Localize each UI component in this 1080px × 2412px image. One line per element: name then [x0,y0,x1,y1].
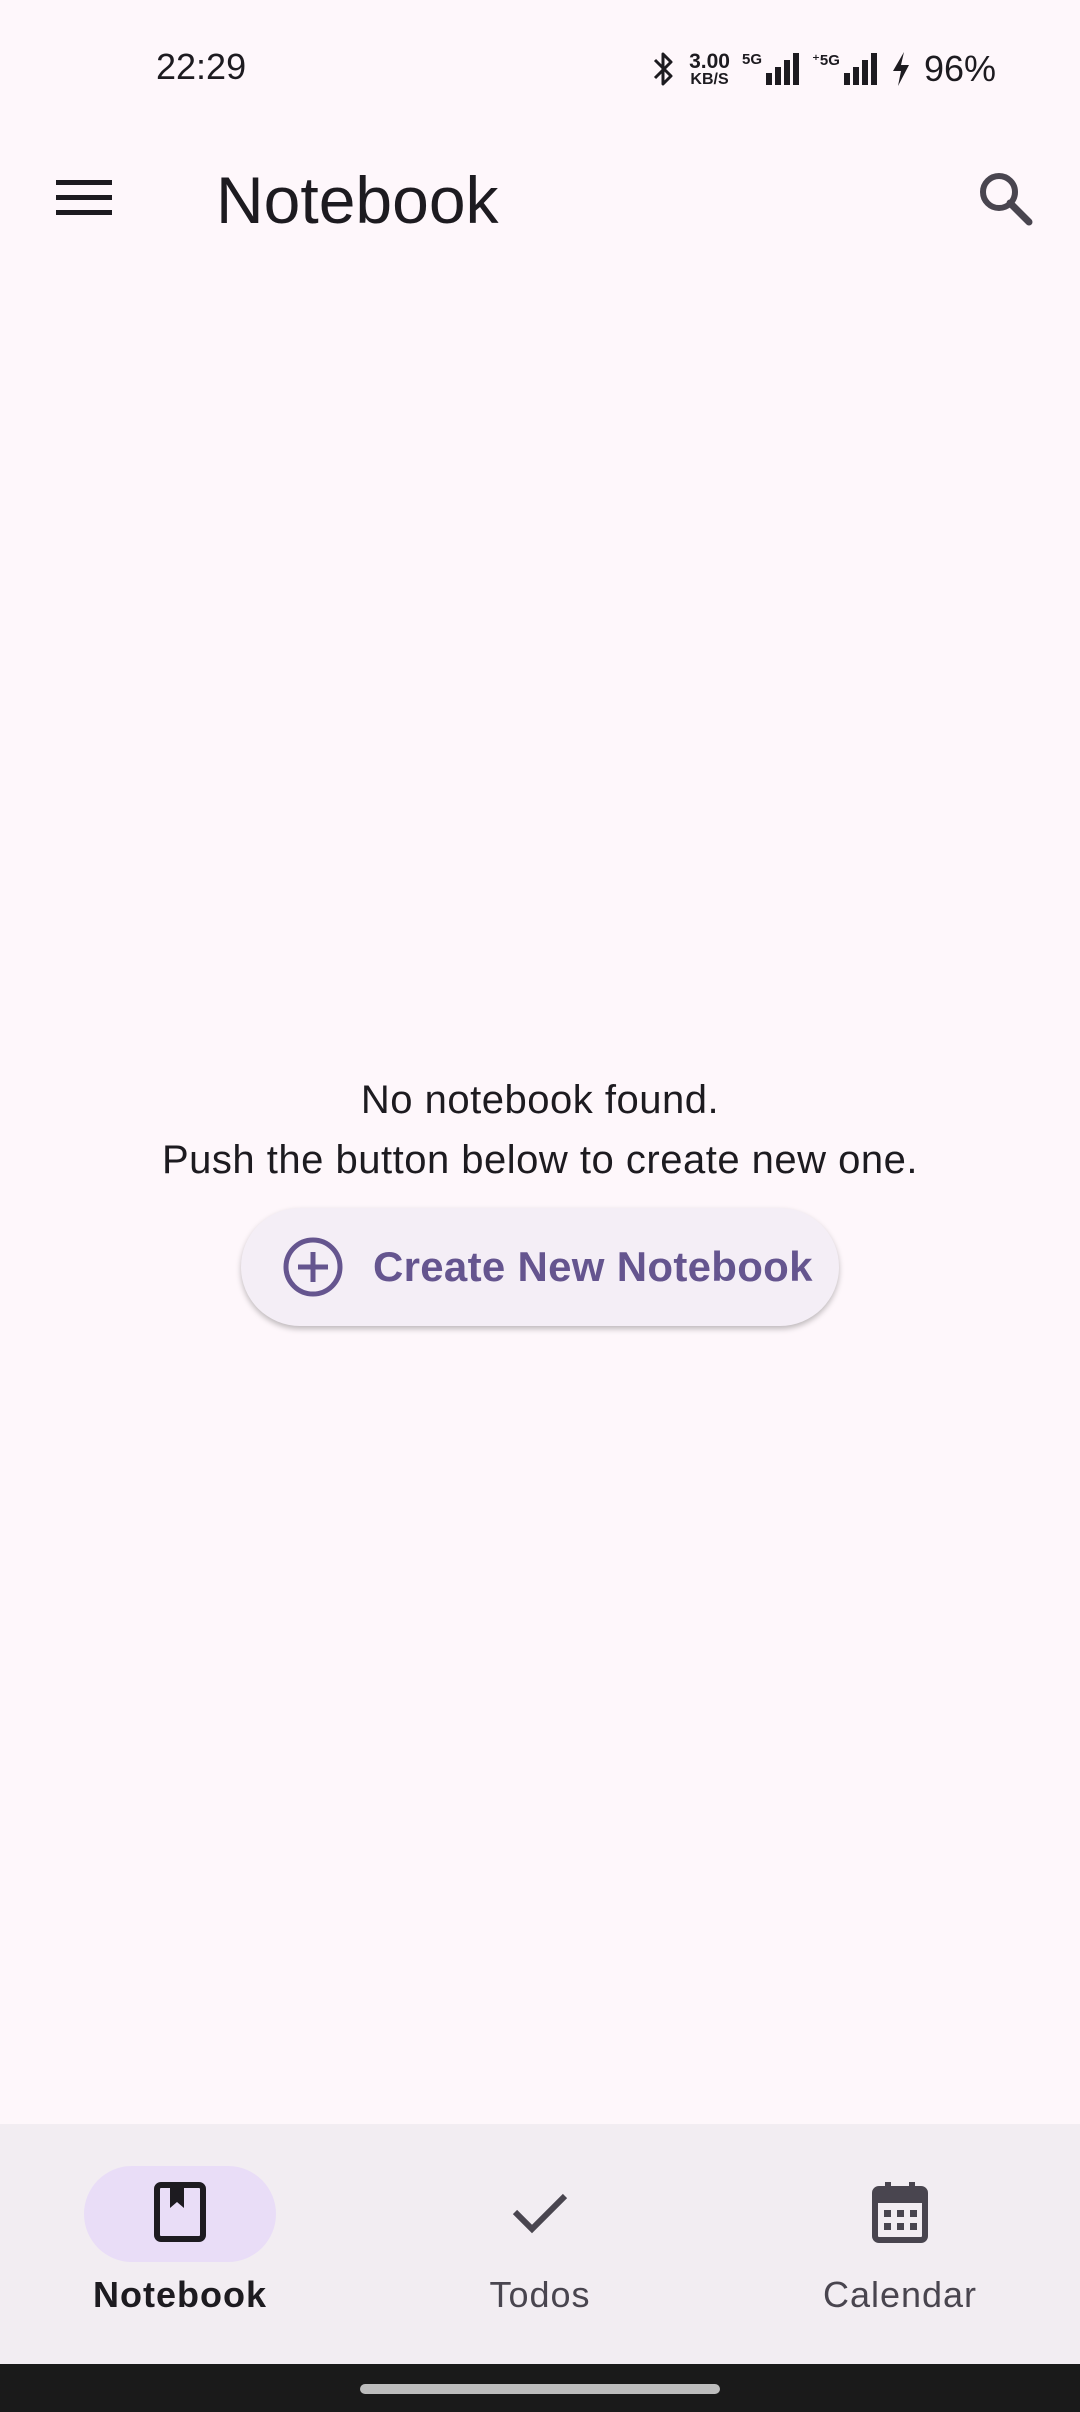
menu-icon [56,178,112,223]
nav-label-calendar: Calendar [822,2274,978,2315]
bluetooth-icon [651,50,677,88]
nav-label-todos: Todos [489,2274,591,2315]
status-time: 22:29 [156,46,247,87]
check-icon [512,2190,568,2239]
sim1-label: 5G [741,51,762,68]
create-notebook-button[interactable]: Create New Notebook [241,1208,839,1326]
page-title: Notebook [216,163,499,237]
charging-icon [890,50,912,88]
network-speed-unit: KB/S [690,70,729,88]
empty-hint: Push the button below to create new one. [161,1138,919,1182]
empty-message: No notebook found. [360,1078,720,1122]
status-icons: 3.00 KB/S 5G ⁺5G 96% [651,44,996,94]
signal-icon: 5G [742,51,800,87]
bottom-navigation: Notebook Todos Calendar [0,2124,1080,2364]
nav-item-notebook[interactable]: Notebook [0,2124,360,2364]
calendar-icon [872,2181,928,2248]
add-circle-icon [281,1235,345,1299]
nav-label-notebook: Notebook [93,2274,267,2315]
network-speed-value: 3.00 [689,49,730,73]
sim2-label: ⁺5G [812,52,840,69]
notebook-icon [154,2181,206,2247]
network-speed: 3.00 KB/S [689,51,730,88]
battery-percent: 96% [923,48,996,89]
status-bar: 22:29 3.00 KB/S 5G ⁺5G 96% [0,0,1080,140]
signal-icon: ⁺5G [812,51,878,87]
create-notebook-label: Create New Notebook [373,1243,813,1290]
menu-button[interactable] [40,160,128,240]
nav-active-indicator [84,2166,276,2262]
app-bar: Notebook [0,140,1080,260]
nav-item-todos[interactable]: Todos [360,2124,720,2364]
gesture-handle[interactable] [360,2384,720,2394]
search-button[interactable] [960,160,1050,240]
system-navigation-bar [0,2364,1080,2412]
empty-state: No notebook found. Push the button below… [0,1070,1080,1326]
search-icon [977,170,1033,231]
nav-item-calendar[interactable]: Calendar [720,2124,1080,2364]
